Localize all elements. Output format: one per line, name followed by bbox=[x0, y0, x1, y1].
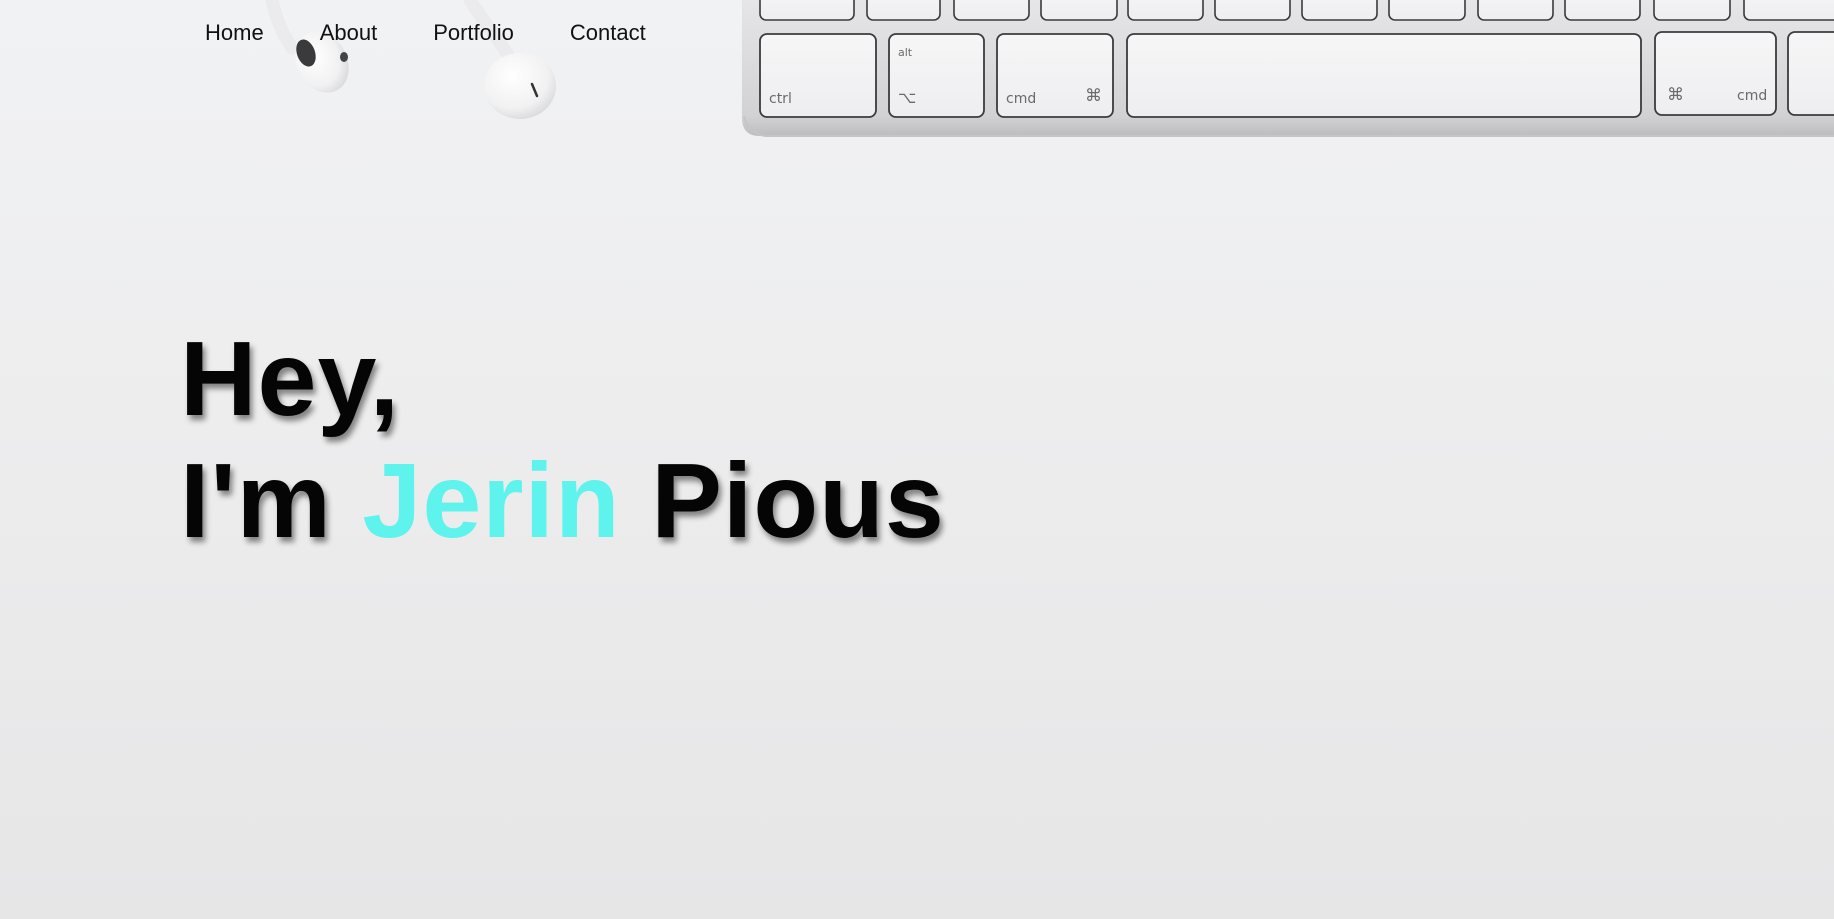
nav-about-link[interactable]: About bbox=[320, 16, 378, 50]
hero-first-name: Jerin bbox=[362, 442, 621, 560]
key-alt-label: alt bbox=[898, 46, 913, 59]
nav-home-link[interactable]: Home bbox=[205, 16, 264, 50]
hero-intro-prefix: I'm bbox=[180, 442, 332, 560]
hero-intro-line: I'm Jerin Pious bbox=[180, 440, 945, 562]
key-ctrl-label: ctrl bbox=[769, 91, 792, 107]
main-nav: Home About Portfolio Contact bbox=[205, 16, 646, 50]
hero-section: Hey, I'm Jerin Pious bbox=[180, 318, 945, 562]
key-option-symbol: ⌥ bbox=[898, 88, 916, 107]
keyboard-graphic: ctrl alt ⌥ cmd ⌘ ⌘ cmd bbox=[742, 0, 1834, 137]
nav-contact-link[interactable]: Contact bbox=[570, 16, 646, 50]
hero-last-name: Pious bbox=[651, 442, 945, 560]
key-cmd-right-label: cmd bbox=[1737, 88, 1767, 104]
key-cmd-symbol-left: ⌘ bbox=[1085, 86, 1102, 106]
key-cmd-symbol-right: ⌘ bbox=[1667, 85, 1684, 105]
nav-portfolio-link[interactable]: Portfolio bbox=[433, 16, 514, 50]
hero-heading: Hey, I'm Jerin Pious bbox=[180, 318, 945, 562]
hero-greeting: Hey, bbox=[180, 320, 401, 438]
key-cmd-left-label: cmd bbox=[1006, 91, 1036, 107]
